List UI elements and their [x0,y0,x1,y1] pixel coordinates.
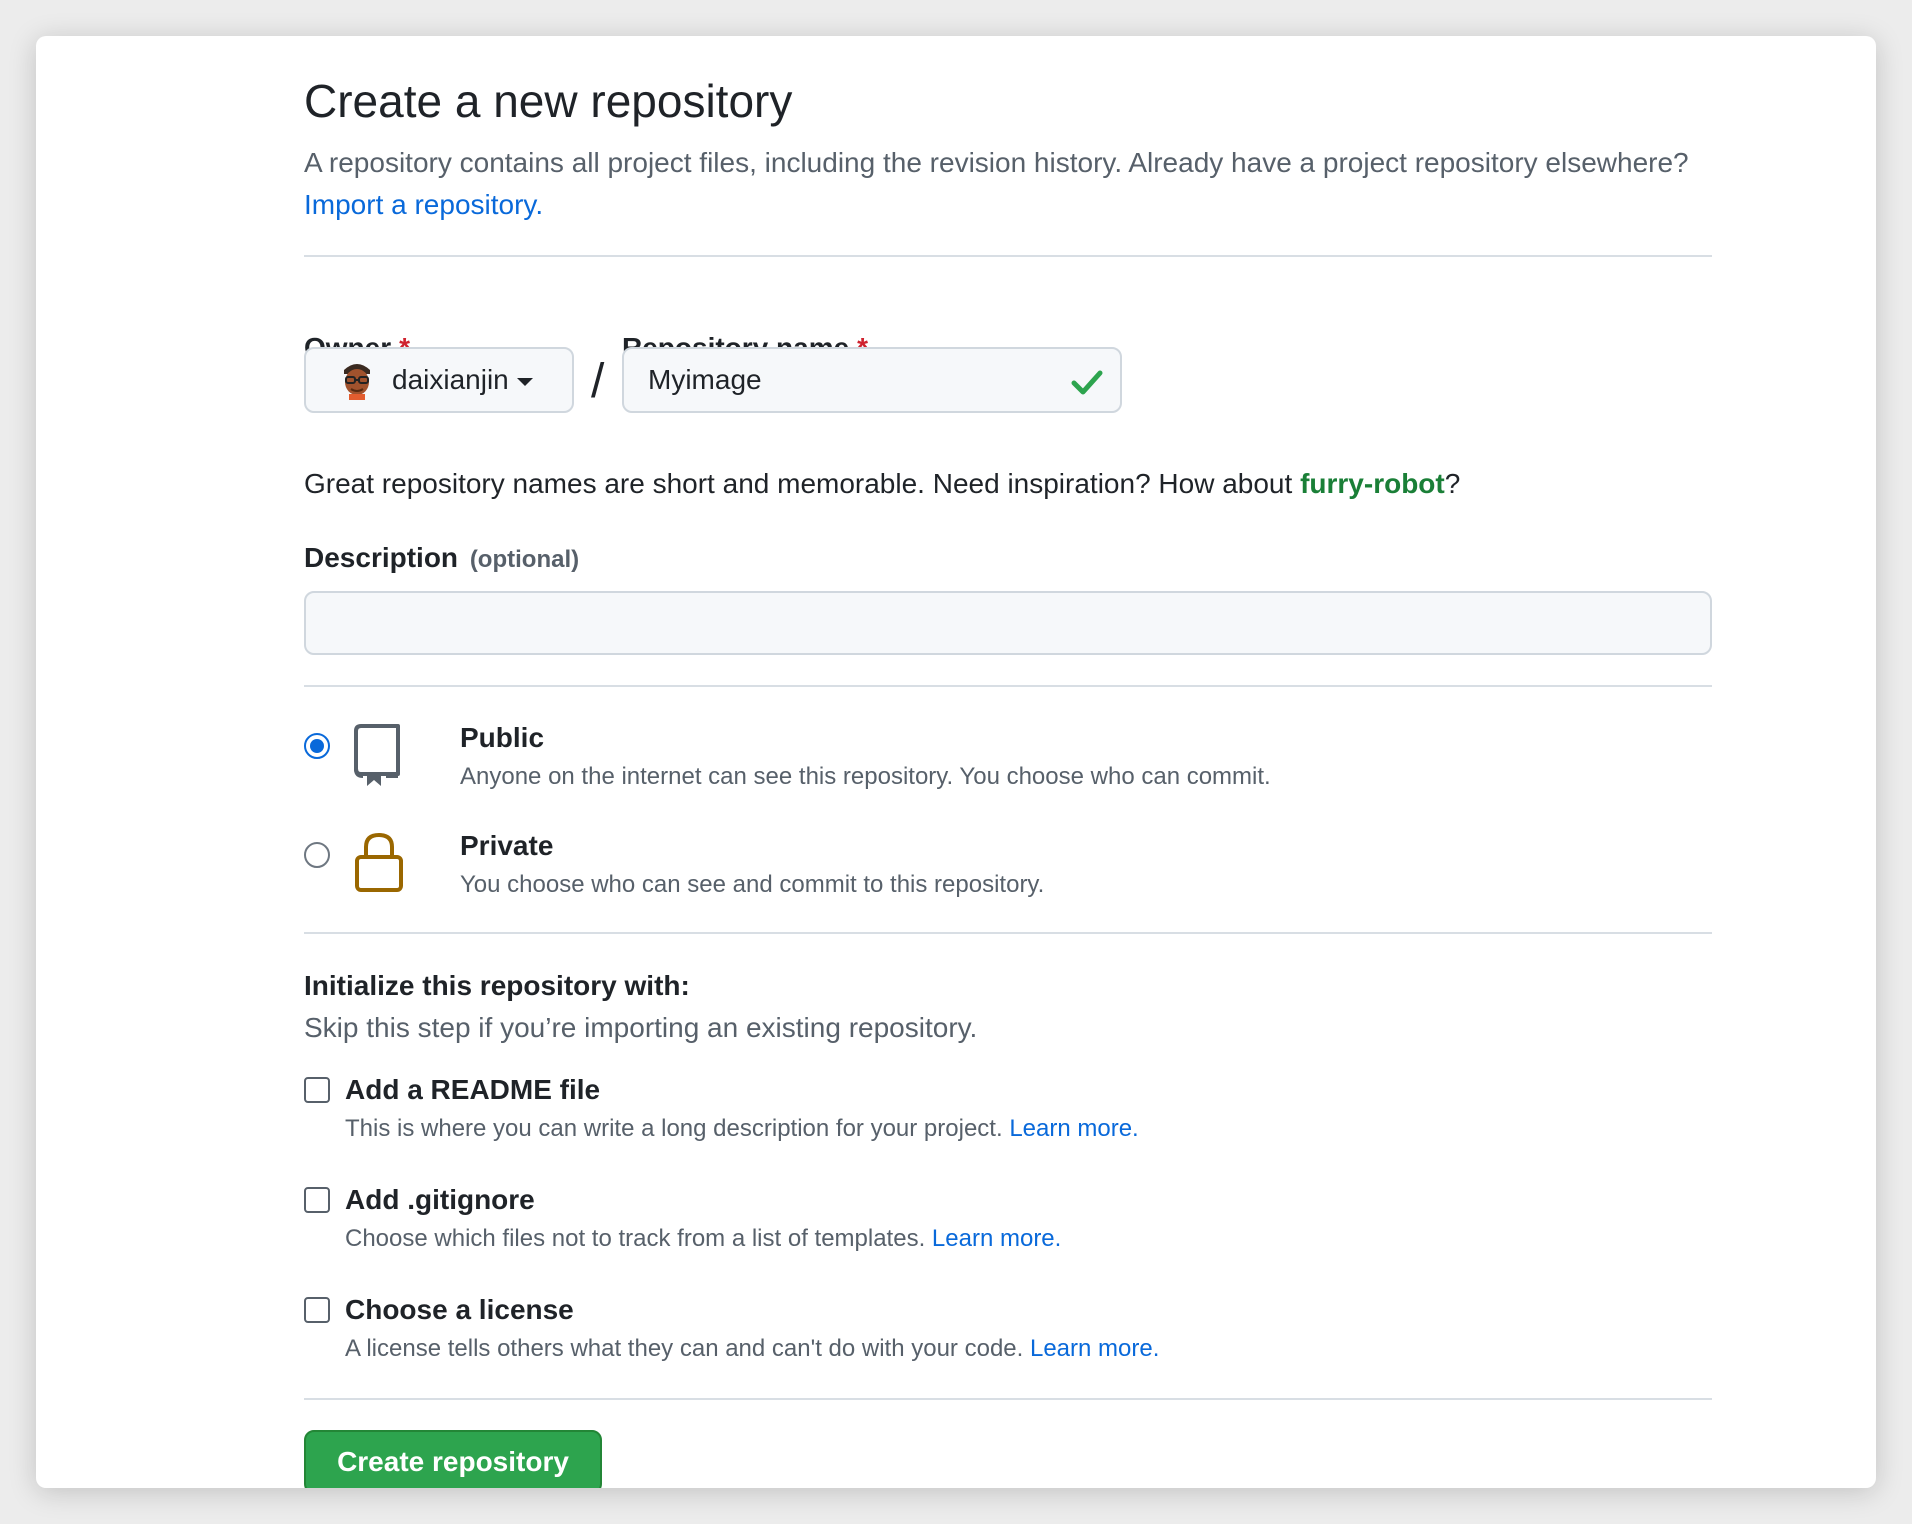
public-title: Public [460,722,545,753]
init-divider [304,1398,1712,1400]
license-learn-more-link[interactable]: Learn more. [1030,1335,1159,1362]
name-suggestion-link[interactable]: furry-robot [1300,468,1445,499]
description-input[interactable] [304,591,1712,655]
page-card: Create a new repository A repository con… [36,36,1876,1488]
name-hint-suffix: ? [1444,468,1461,499]
readme-desc-text: This is where you can write a long descr… [345,1115,1003,1142]
caret-down-icon [516,378,533,386]
repo-name-input[interactable]: Myimage [622,347,1122,413]
init-title: Initialize this repository with: [304,970,690,1001]
readme-learn-more-link[interactable]: Learn more. [1009,1115,1138,1142]
lock-icon [355,832,403,892]
gitignore-desc: Choose which files not to track from a l… [345,1225,1061,1253]
name-hint: Great repository names are short and mem… [304,468,1460,500]
repo-name-value: Myimage [648,364,762,395]
gitignore-title: Add .gitignore [345,1184,535,1215]
license-title: Choose a license [345,1294,574,1325]
gitignore-learn-more-link[interactable]: Learn more. [932,1225,1061,1252]
repo-icon [354,724,400,786]
private-radio[interactable] [304,842,330,868]
page-subtitle: A repository contains all project files,… [304,142,1712,226]
header-divider [304,255,1712,257]
public-desc: Anyone on the internet can see this repo… [460,763,1271,790]
page-title: Create a new repository [304,75,793,127]
private-title: Private [460,830,554,861]
readme-title: Add a README file [345,1074,601,1105]
import-repository-link[interactable]: Import a repository. [304,189,543,220]
name-hint-text: Great repository names are short and mem… [304,468,1293,499]
subtitle-text: A repository contains all project files,… [304,147,1689,178]
license-desc: A license tells others what they can and… [345,1335,1159,1363]
description-divider [304,685,1712,687]
visibility-divider [304,932,1712,934]
private-desc: You choose who can see and commit to thi… [460,871,1045,898]
license-desc-text: A license tells others what they can and… [345,1335,1024,1362]
create-repository-button[interactable]: Create repository [304,1430,602,1488]
check-icon [1071,370,1103,395]
init-subtitle: Skip this step if you’re importing an ex… [304,1012,978,1043]
owner-dropdown[interactable]: daixianjin [304,347,574,413]
description-label-text: Description [304,542,459,573]
public-radio[interactable] [304,733,330,759]
gitignore-checkbox[interactable] [304,1187,330,1213]
readme-desc: This is where you can write a long descr… [345,1115,1139,1143]
description-label: Description (optional) [304,542,579,574]
user-avatar [344,364,370,400]
gitignore-desc-text: Choose which files not to track from a l… [345,1225,926,1252]
owner-name: daixianjin [392,364,509,395]
readme-checkbox[interactable] [304,1077,330,1103]
description-optional: (optional) [469,546,580,573]
owner-repo-separator: / [591,355,605,408]
license-checkbox[interactable] [304,1297,330,1323]
